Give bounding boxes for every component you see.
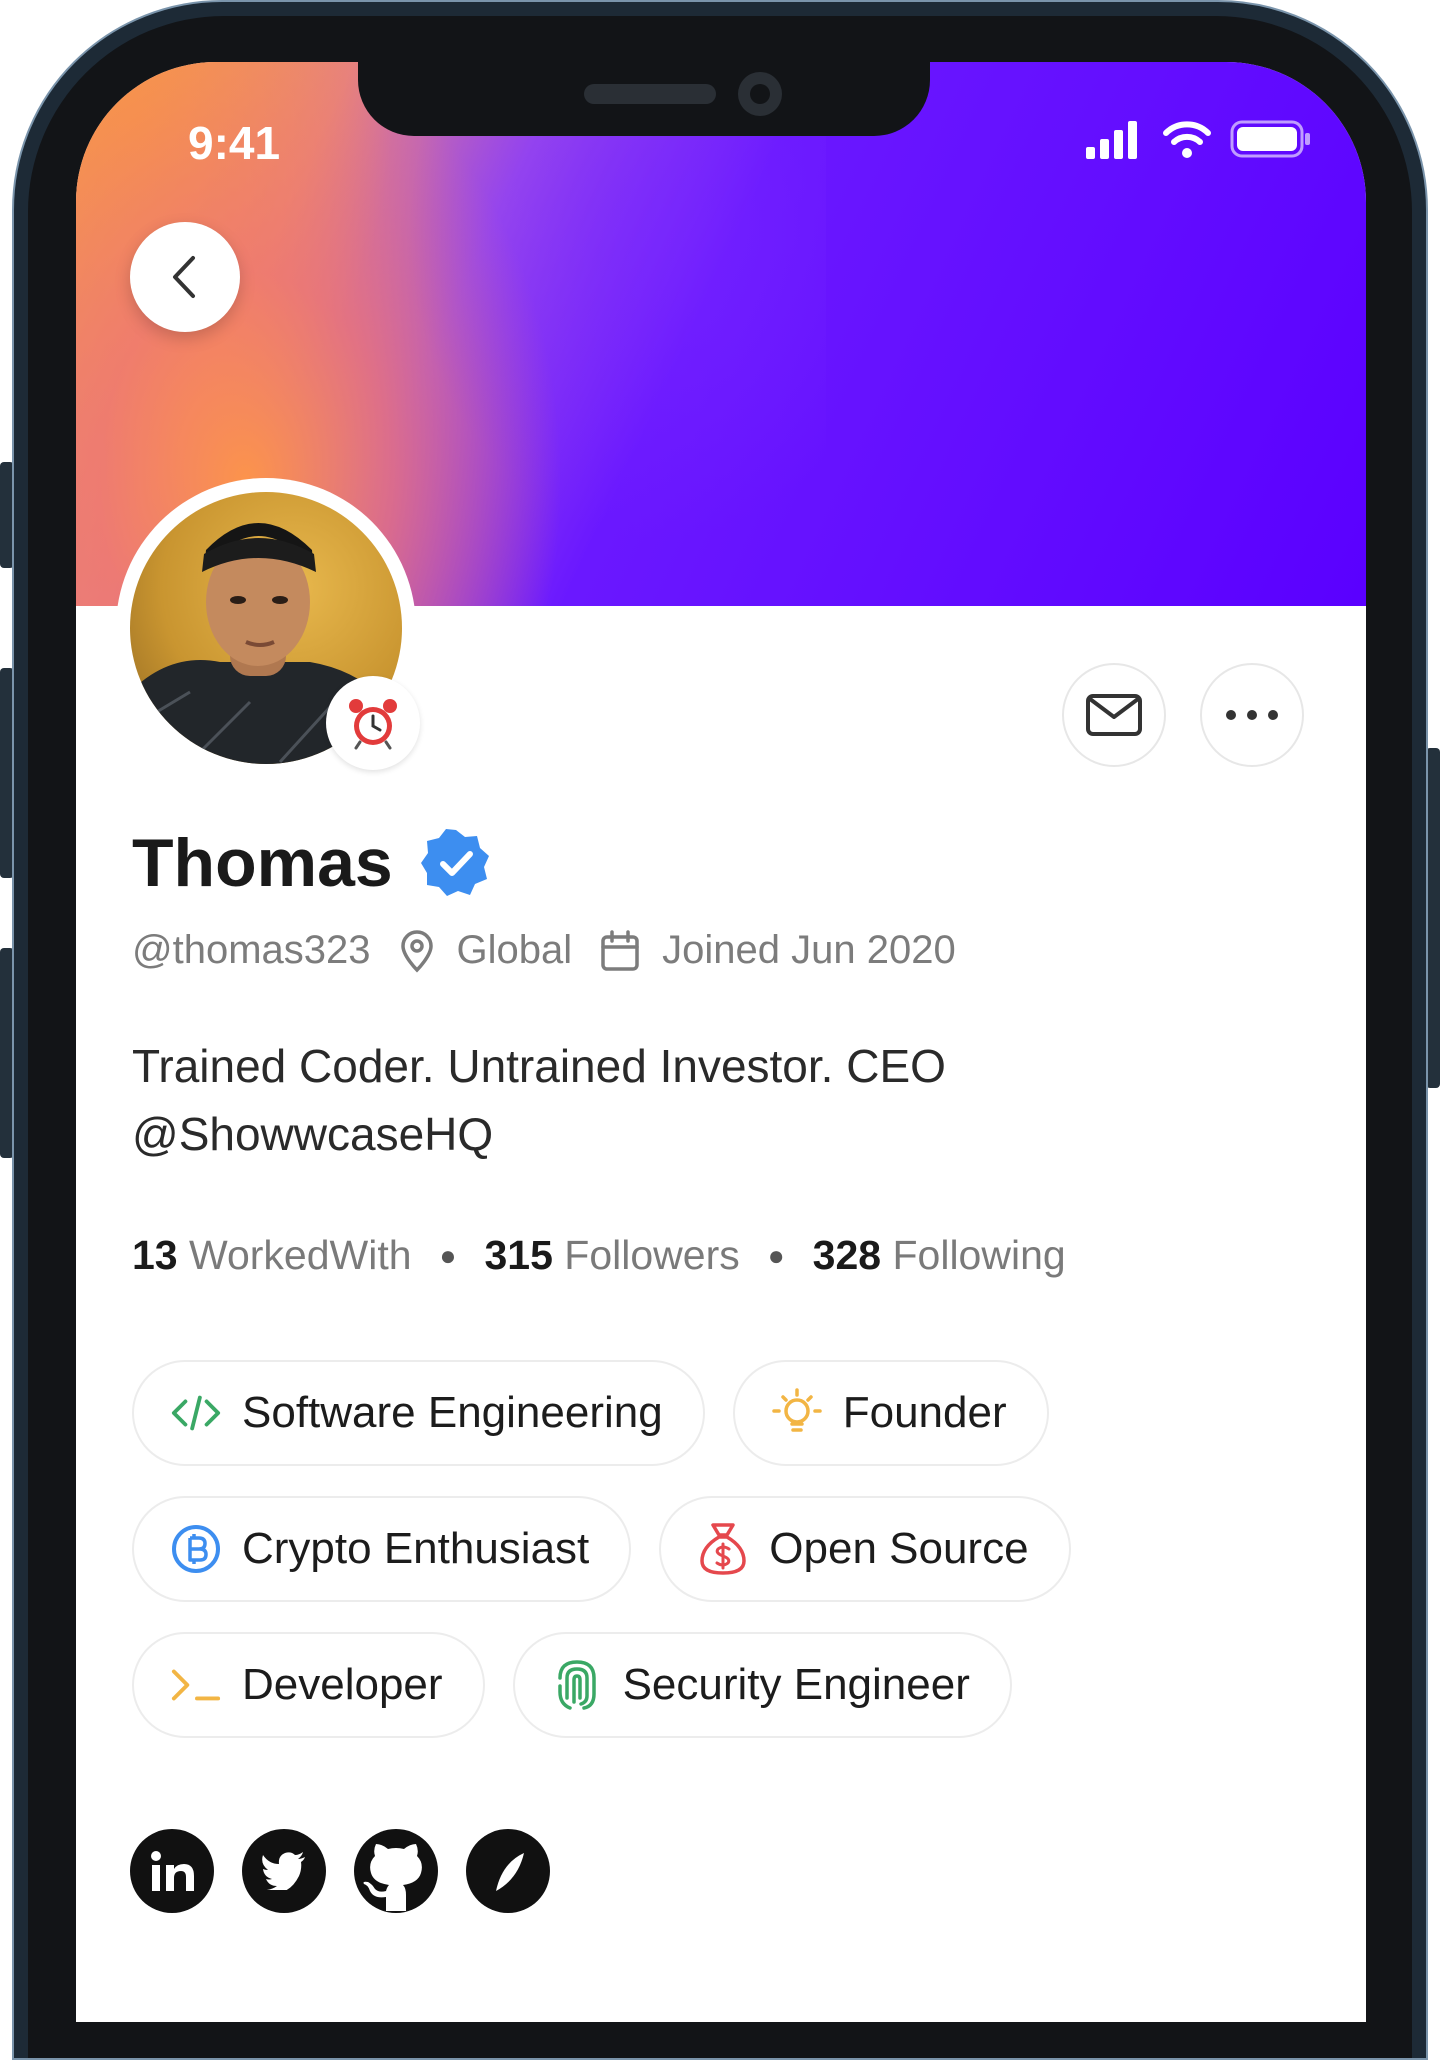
bio-mention-link[interactable]: @ShowwcaseHQ [132, 1100, 1232, 1168]
tag-label: Founder [842, 1388, 1007, 1437]
tag-founder[interactable]: Founder [732, 1360, 1049, 1466]
social-links [130, 1829, 550, 1913]
fingerprint-icon [557, 1660, 596, 1710]
join-date: Joined Jun 2020 [600, 928, 956, 973]
chevron-left-icon [173, 256, 195, 298]
separator-dot: ● [767, 1239, 785, 1271]
calendar-icon [601, 929, 639, 971]
lightbulb-icon [771, 1388, 822, 1432]
profile-stats: 13 WorkedWith ● 315 Followers ● 328 Foll… [132, 1232, 1066, 1279]
tag-open-source[interactable]: Open Source [659, 1496, 1071, 1602]
twitter-icon [261, 1852, 305, 1890]
message-button[interactable] [1062, 663, 1166, 767]
bitcoin-icon [172, 1525, 220, 1573]
tag-security-engineer[interactable]: Security Engineer [512, 1632, 1012, 1738]
money-bag-icon [700, 1523, 747, 1575]
tag-label: Software Engineering [242, 1388, 663, 1437]
screen: 9:41 Thomas @thomas323 Global Joined Jun… [76, 62, 1366, 2022]
profile-meta: @thomas323 Global Joined Jun 2020 [132, 928, 956, 973]
separator-dot: ● [439, 1239, 457, 1271]
twitter-link[interactable] [242, 1829, 326, 1913]
stat-following[interactable]: 328 Following [813, 1232, 1066, 1279]
stat-count: 13 [132, 1232, 178, 1278]
profile-handle: @thomas323 [132, 928, 371, 972]
linkedin-icon [151, 1851, 194, 1891]
battery-icon [1230, 120, 1310, 158]
notch [358, 62, 930, 136]
tag-label: Crypto Enthusiast [242, 1524, 590, 1573]
github-link[interactable] [354, 1829, 438, 1913]
location-pin-icon [400, 929, 433, 972]
code-icon [171, 1395, 221, 1431]
front-camera [738, 72, 782, 116]
status-icons [1084, 118, 1312, 160]
stat-count: 328 [812, 1232, 882, 1278]
back-button[interactable] [130, 222, 240, 332]
mail-icon [1086, 694, 1142, 736]
tag-label: Security Engineer [622, 1660, 970, 1709]
location-text: Global [456, 928, 573, 972]
wifi-icon [1163, 121, 1211, 158]
tag-list: Software Engineering Founder Crypto Enth… [132, 1360, 1312, 1768]
profile-bio: Trained Coder. Untrained Investor. CEO @… [132, 1032, 1232, 1168]
status-time: 9:41 [188, 117, 281, 169]
tag-software-engineering[interactable]: Software Engineering [132, 1360, 705, 1466]
more-options-button[interactable] [1200, 663, 1304, 767]
avatar-ring [116, 478, 420, 778]
stat-label: WorkedWith [189, 1232, 412, 1278]
verified-badge-icon [420, 829, 489, 896]
hashnode-link[interactable] [466, 1829, 550, 1913]
power-button [1426, 748, 1440, 1088]
alarm-clock-icon [349, 699, 397, 750]
tag-label: Developer [242, 1660, 443, 1709]
stat-followers[interactable]: 315 Followers [484, 1232, 739, 1279]
github-icon [363, 1844, 422, 1911]
status-badge [326, 676, 420, 770]
stat-label: Followers [564, 1232, 740, 1278]
hashnode-icon [496, 1853, 524, 1891]
signal-icon [1086, 121, 1137, 159]
stat-count: 315 [484, 1232, 553, 1278]
tag-label: Open Source [769, 1524, 1029, 1573]
speaker [584, 84, 716, 104]
join-date-text: Joined Jun 2020 [662, 928, 956, 972]
stat-workedwith[interactable]: 13 WorkedWith [132, 1232, 412, 1279]
more-horizontal-icon [1226, 710, 1278, 720]
profile-name: Thomas [132, 825, 393, 901]
profile-name-row: Thomas [132, 824, 491, 902]
terminal-icon [171, 1669, 221, 1701]
tag-developer[interactable]: Developer [132, 1632, 485, 1738]
bio-line: Trained Coder. Untrained Investor. CEO [132, 1040, 946, 1092]
tag-crypto-enthusiast[interactable]: Crypto Enthusiast [132, 1496, 632, 1602]
stat-label: Following [892, 1232, 1066, 1278]
linkedin-link[interactable] [130, 1829, 214, 1913]
location: Global [399, 928, 573, 973]
